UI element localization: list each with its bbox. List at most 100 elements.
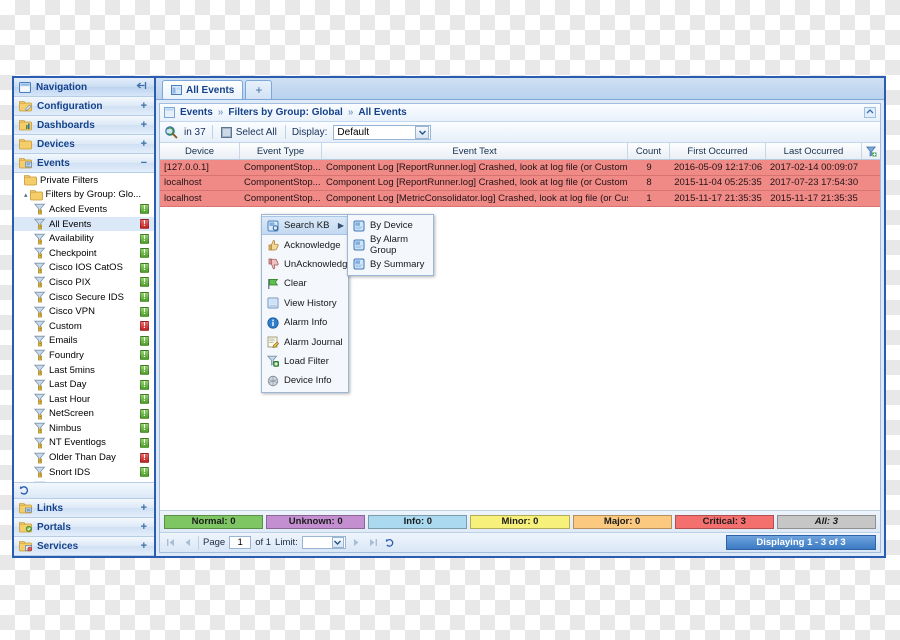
journal-edit-icon (266, 336, 279, 349)
page-input[interactable]: 1 (229, 536, 252, 549)
context-submenu-item-by-alarm-group[interactable]: By Alarm Group (348, 234, 433, 256)
cell-event-text: Component Log [ReportRunner.log] Crashed… (326, 177, 628, 189)
sidebar-section-dashboards[interactable]: Dashboards + (14, 116, 154, 135)
breadcrumb-item-all-events[interactable]: All Events (358, 107, 406, 118)
grid-filter-button[interactable] (862, 143, 880, 159)
tree-item-cisco-secure-ids[interactable]: Cisco Secure IDS (14, 290, 154, 305)
tree-item-last-day[interactable]: Last Day (14, 377, 154, 392)
context-menu-item-acknowledge[interactable]: Acknowledge (262, 235, 348, 254)
table-row[interactable]: localhost ComponentStop... Component Log [… (160, 191, 880, 207)
funnel-icon (34, 247, 46, 259)
severity-chip-info[interactable]: Info: 0 (368, 514, 468, 529)
column-header-event-type[interactable]: Event Type (240, 143, 322, 159)
column-header-last-occurred[interactable]: Last Occurred (766, 143, 862, 159)
tree-item-nimbus[interactable]: Nimbus (14, 421, 154, 436)
select-all-button[interactable]: Select All (219, 126, 279, 138)
tree-item-emails[interactable]: Emails (14, 334, 154, 349)
collapse-icon[interactable] (864, 107, 876, 118)
prev-page-icon[interactable] (181, 536, 194, 549)
column-header-event-text[interactable]: Event Text (322, 143, 628, 159)
breadcrumb-separator: » (347, 107, 354, 118)
context-menu-item-clear[interactable]: Clear (262, 274, 348, 293)
tree-item-snort-ids[interactable]: Snort IDS (14, 465, 154, 480)
tree-item-nt-eventlogs[interactable]: NT Eventlogs (14, 436, 154, 451)
tree-item-custom[interactable]: Custom (14, 319, 154, 334)
tree-item-private-filters[interactable]: Private Filters (14, 173, 154, 188)
context-submenu-item-by-device[interactable]: By Device (348, 216, 433, 235)
filter-tree-panel[interactable]: Private Filters ▴ Filters by Group: Glo...… (14, 173, 154, 483)
tree-item-foundry[interactable]: Foundry (14, 348, 154, 363)
tree-item-cisco-pix[interactable]: Cisco PIX (14, 275, 154, 290)
context-menu-item-alarm-info[interactable]: Alarm Info (262, 313, 348, 332)
cell-device: localhost (164, 177, 202, 189)
expand-icon[interactable]: + (141, 540, 149, 552)
context-submenu-item-by-summary[interactable]: By Summary (348, 255, 433, 274)
expand-icon[interactable]: + (141, 119, 149, 131)
severity-chip-normal[interactable]: Normal: 0 (164, 514, 264, 529)
table-row[interactable]: localhost ComponentStop... Component Log [… (160, 175, 880, 192)
column-header-count[interactable]: Count (628, 143, 670, 159)
tree-item-availability[interactable]: Availability (14, 231, 154, 246)
context-menu-item-alarm-journal[interactable]: Alarm Journal (262, 332, 348, 351)
column-header-device[interactable]: Device (160, 143, 240, 159)
severity-chip-unknown[interactable]: Unknown: 0 (266, 514, 366, 529)
context-menu-item-load-filter[interactable]: Load Filter (262, 352, 348, 371)
breadcrumb: Events » Filters by Group: Global » All … (160, 104, 880, 122)
severity-chip-critical[interactable]: Critical: 3 (674, 514, 774, 529)
context-menu-item-unacknowledge[interactable]: UnAcknowledge (262, 255, 353, 274)
column-header-first-occurred[interactable]: First Occurred (670, 143, 766, 159)
context-menu-item-search-kb[interactable]: Search KB ▶ (262, 216, 348, 236)
chevron-down-icon[interactable] (331, 537, 344, 548)
tree-item-acked-events[interactable]: Acked Events (14, 202, 154, 217)
tree-item-cisco-ios-catos[interactable]: Cisco IOS CatOS (14, 261, 154, 276)
tree-item-netscreen[interactable]: NetScreen (14, 407, 154, 422)
status-badge-green (140, 408, 149, 419)
context-menu-item-label: Device Info (284, 375, 332, 387)
severity-chip-minor[interactable]: Minor: 0 (470, 514, 570, 529)
context-menu-item-device-info[interactable]: Device Info (262, 371, 348, 390)
expand-icon[interactable]: + (141, 502, 149, 514)
refresh-icon[interactable] (384, 536, 397, 549)
sidebar-section-services[interactable]: Services + (14, 537, 154, 556)
tree-item-syslogs[interactable]: Syslogs (14, 479, 154, 482)
tree-expander-icon[interactable]: ▴ (24, 191, 28, 199)
severity-chip-major[interactable]: Major: 0 (572, 514, 672, 529)
sidebar-section-events[interactable]: Events − (14, 154, 154, 173)
collapse-icon[interactable]: − (141, 157, 149, 169)
limit-select[interactable] (301, 536, 346, 549)
sidebar-section-navigation[interactable]: Navigation (14, 78, 154, 97)
status-badge-green (140, 335, 149, 346)
tree-item-all-events[interactable]: All Events (14, 216, 154, 232)
tab-all-events[interactable]: All Events (162, 80, 244, 99)
tree-item-older-than-day[interactable]: Older Than Day (14, 450, 154, 465)
tree-refresh-toolbar[interactable] (14, 482, 154, 499)
severity-chip-all[interactable]: All: 3 (776, 514, 876, 529)
breadcrumb-item-events[interactable]: Events (180, 107, 213, 118)
refresh-icon[interactable] (19, 485, 30, 496)
expand-icon[interactable]: + (141, 138, 149, 150)
tree-item-cisco-vpn[interactable]: Cisco VPN (14, 304, 154, 319)
sidebar-section-links[interactable]: Links + (14, 499, 154, 518)
tree-item-checkpoint[interactable]: Checkpoint (14, 246, 154, 261)
breadcrumb-item-filters-by-group[interactable]: Filters by Group: Global (228, 107, 342, 118)
chevron-down-icon[interactable] (415, 125, 430, 139)
display-select[interactable]: Default (333, 124, 432, 140)
last-page-icon[interactable] (367, 536, 380, 549)
sidebar-section-devices[interactable]: Devices + (14, 135, 154, 154)
add-tab-button[interactable]: + (245, 80, 273, 99)
funnel-icon (34, 364, 46, 376)
search-refresh-icon[interactable] (164, 125, 178, 139)
collapse-sidebar-icon[interactable] (136, 81, 149, 93)
tree-item-filters-by-group-glo[interactable]: ▴ Filters by Group: Glo... (14, 188, 154, 203)
sidebar-section-configuration[interactable]: Configuration + (14, 97, 154, 116)
display-label: Display: (291, 126, 328, 138)
tree-item-last-5mins[interactable]: Last 5mins (14, 363, 154, 378)
sidebar-section-portals[interactable]: Portals + (14, 518, 154, 537)
next-page-icon[interactable] (350, 536, 363, 549)
tree-item-last-hour[interactable]: Last Hour (14, 392, 154, 407)
table-row[interactable]: [127.0.0.1] ComponentStop... Component Log… (160, 160, 880, 176)
context-menu-item-view-history[interactable]: View History (262, 294, 348, 313)
expand-icon[interactable]: + (141, 100, 149, 112)
expand-icon[interactable]: + (141, 521, 149, 533)
first-page-icon[interactable] (164, 536, 177, 549)
